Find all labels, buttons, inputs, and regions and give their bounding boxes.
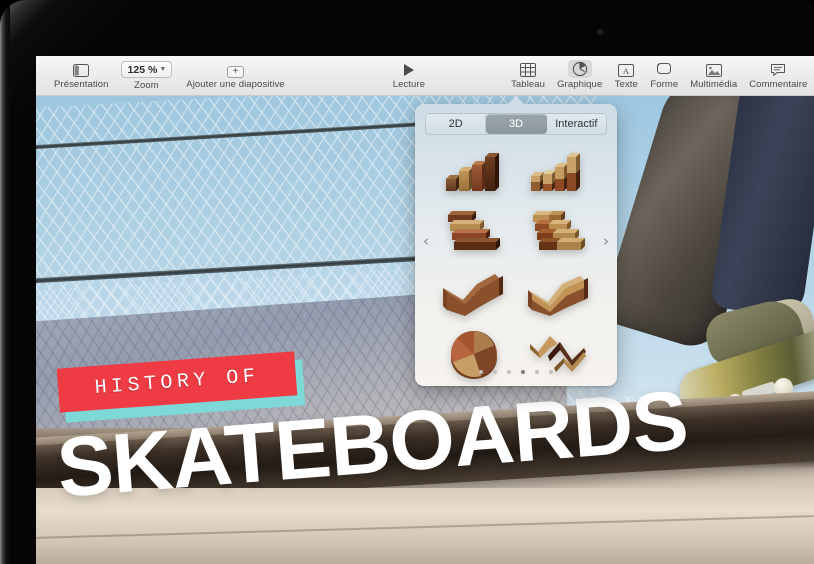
chart-thumb-column-3d[interactable] — [438, 146, 510, 202]
toolbar-label-play: Lecture — [393, 79, 425, 90]
segment-interactive[interactable]: Interactif — [547, 114, 606, 134]
toolbar-button-comment[interactable]: Commentaire — [743, 57, 813, 95]
webcam-icon — [597, 29, 604, 36]
toolbar-label-chart: Graphique — [557, 79, 602, 90]
toolbar-label-text: Texte — [615, 79, 638, 90]
media-image-icon — [702, 63, 726, 78]
chart-thumb-bar-3d[interactable] — [438, 206, 510, 262]
svg-text:A: A — [623, 66, 630, 76]
toolbar-label-comment: Commentaire — [749, 79, 807, 90]
page-dot-5[interactable] — [535, 370, 539, 374]
zoom-value-pill[interactable]: 125 % ▼ — [121, 61, 173, 78]
keynote-toolbar: Présentation 125 % ▼ Zoom + Ajouter une … — [36, 56, 814, 96]
toolbar-button-presentation[interactable]: Présentation — [48, 57, 115, 95]
toolbar-label-shape: Forme — [650, 79, 678, 90]
add-slide-icon: + — [227, 66, 244, 78]
toolbar-label-table: Tableau — [511, 79, 545, 90]
page-dots[interactable] — [415, 370, 617, 374]
play-icon — [398, 62, 419, 78]
zoom-value: 125 % — [128, 64, 158, 76]
segment-3d[interactable]: 3D — [486, 114, 546, 134]
sidebar-panel-icon — [69, 63, 93, 78]
bezel-left-edge — [0, 0, 10, 564]
chart-thumb-stacked-column-3d[interactable] — [523, 146, 595, 202]
subtitle-text: HISTORY OF — [94, 364, 260, 399]
screen: Présentation 125 % ▼ Zoom + Ajouter une … — [36, 56, 814, 564]
chevron-down-icon: ▼ — [159, 66, 166, 73]
chart-picker-popover[interactable]: 2D 3D Interactif ‹ › — [415, 104, 617, 386]
page-dot-3[interactable] — [507, 370, 511, 374]
toolbar-button-zoom[interactable]: 125 % ▼ Zoom — [115, 57, 179, 95]
chart-thumb-stacked-area-3d[interactable] — [523, 266, 595, 322]
table-icon — [516, 62, 540, 78]
popover-tail — [508, 96, 524, 104]
laptop-frame: Présentation 125 % ▼ Zoom + Ajouter une … — [0, 0, 814, 564]
toolbar-button-text[interactable]: A Texte — [608, 57, 644, 95]
toolbar-button-table[interactable]: Tableau — [505, 57, 551, 95]
page-dot-2[interactable] — [493, 370, 497, 374]
chart-thumb-stacked-bar-3d[interactable] — [523, 206, 595, 262]
page-dot-1[interactable] — [479, 370, 483, 374]
text-box-icon: A — [614, 63, 638, 78]
toolbar-button-shape[interactable]: Forme — [644, 57, 684, 95]
toolbar-label-media: Multimédia — [690, 79, 737, 90]
chevron-right-icon[interactable]: › — [603, 232, 609, 250]
toolbar-button-chart[interactable]: Graphique — [551, 57, 608, 95]
toolbar-button-media[interactable]: Multimédia — [684, 57, 743, 95]
toolbar-button-add-slide[interactable]: + Ajouter une diapositive — [178, 57, 292, 95]
segment-2d[interactable]: 2D — [426, 114, 486, 134]
chevron-left-icon[interactable]: ‹ — [423, 232, 429, 250]
page-dot-6[interactable] — [549, 370, 553, 374]
chart-thumb-area-3d[interactable] — [438, 266, 510, 322]
chart-dimension-segmented-control[interactable]: 2D 3D Interactif — [425, 113, 607, 135]
toolbar-label-zoom: Zoom — [134, 80, 159, 91]
toolbar-label-add-slide: Ajouter une diapositive — [186, 79, 284, 90]
chart-type-grid — [431, 144, 601, 384]
comment-bubble-icon — [766, 62, 790, 78]
toolbar-label-presentation: Présentation — [54, 79, 109, 90]
page-dot-4[interactable] — [521, 370, 525, 374]
chart-pie-icon — [568, 60, 592, 78]
shape-icon — [652, 61, 676, 78]
toolbar-button-play[interactable]: Lecture — [387, 57, 431, 95]
